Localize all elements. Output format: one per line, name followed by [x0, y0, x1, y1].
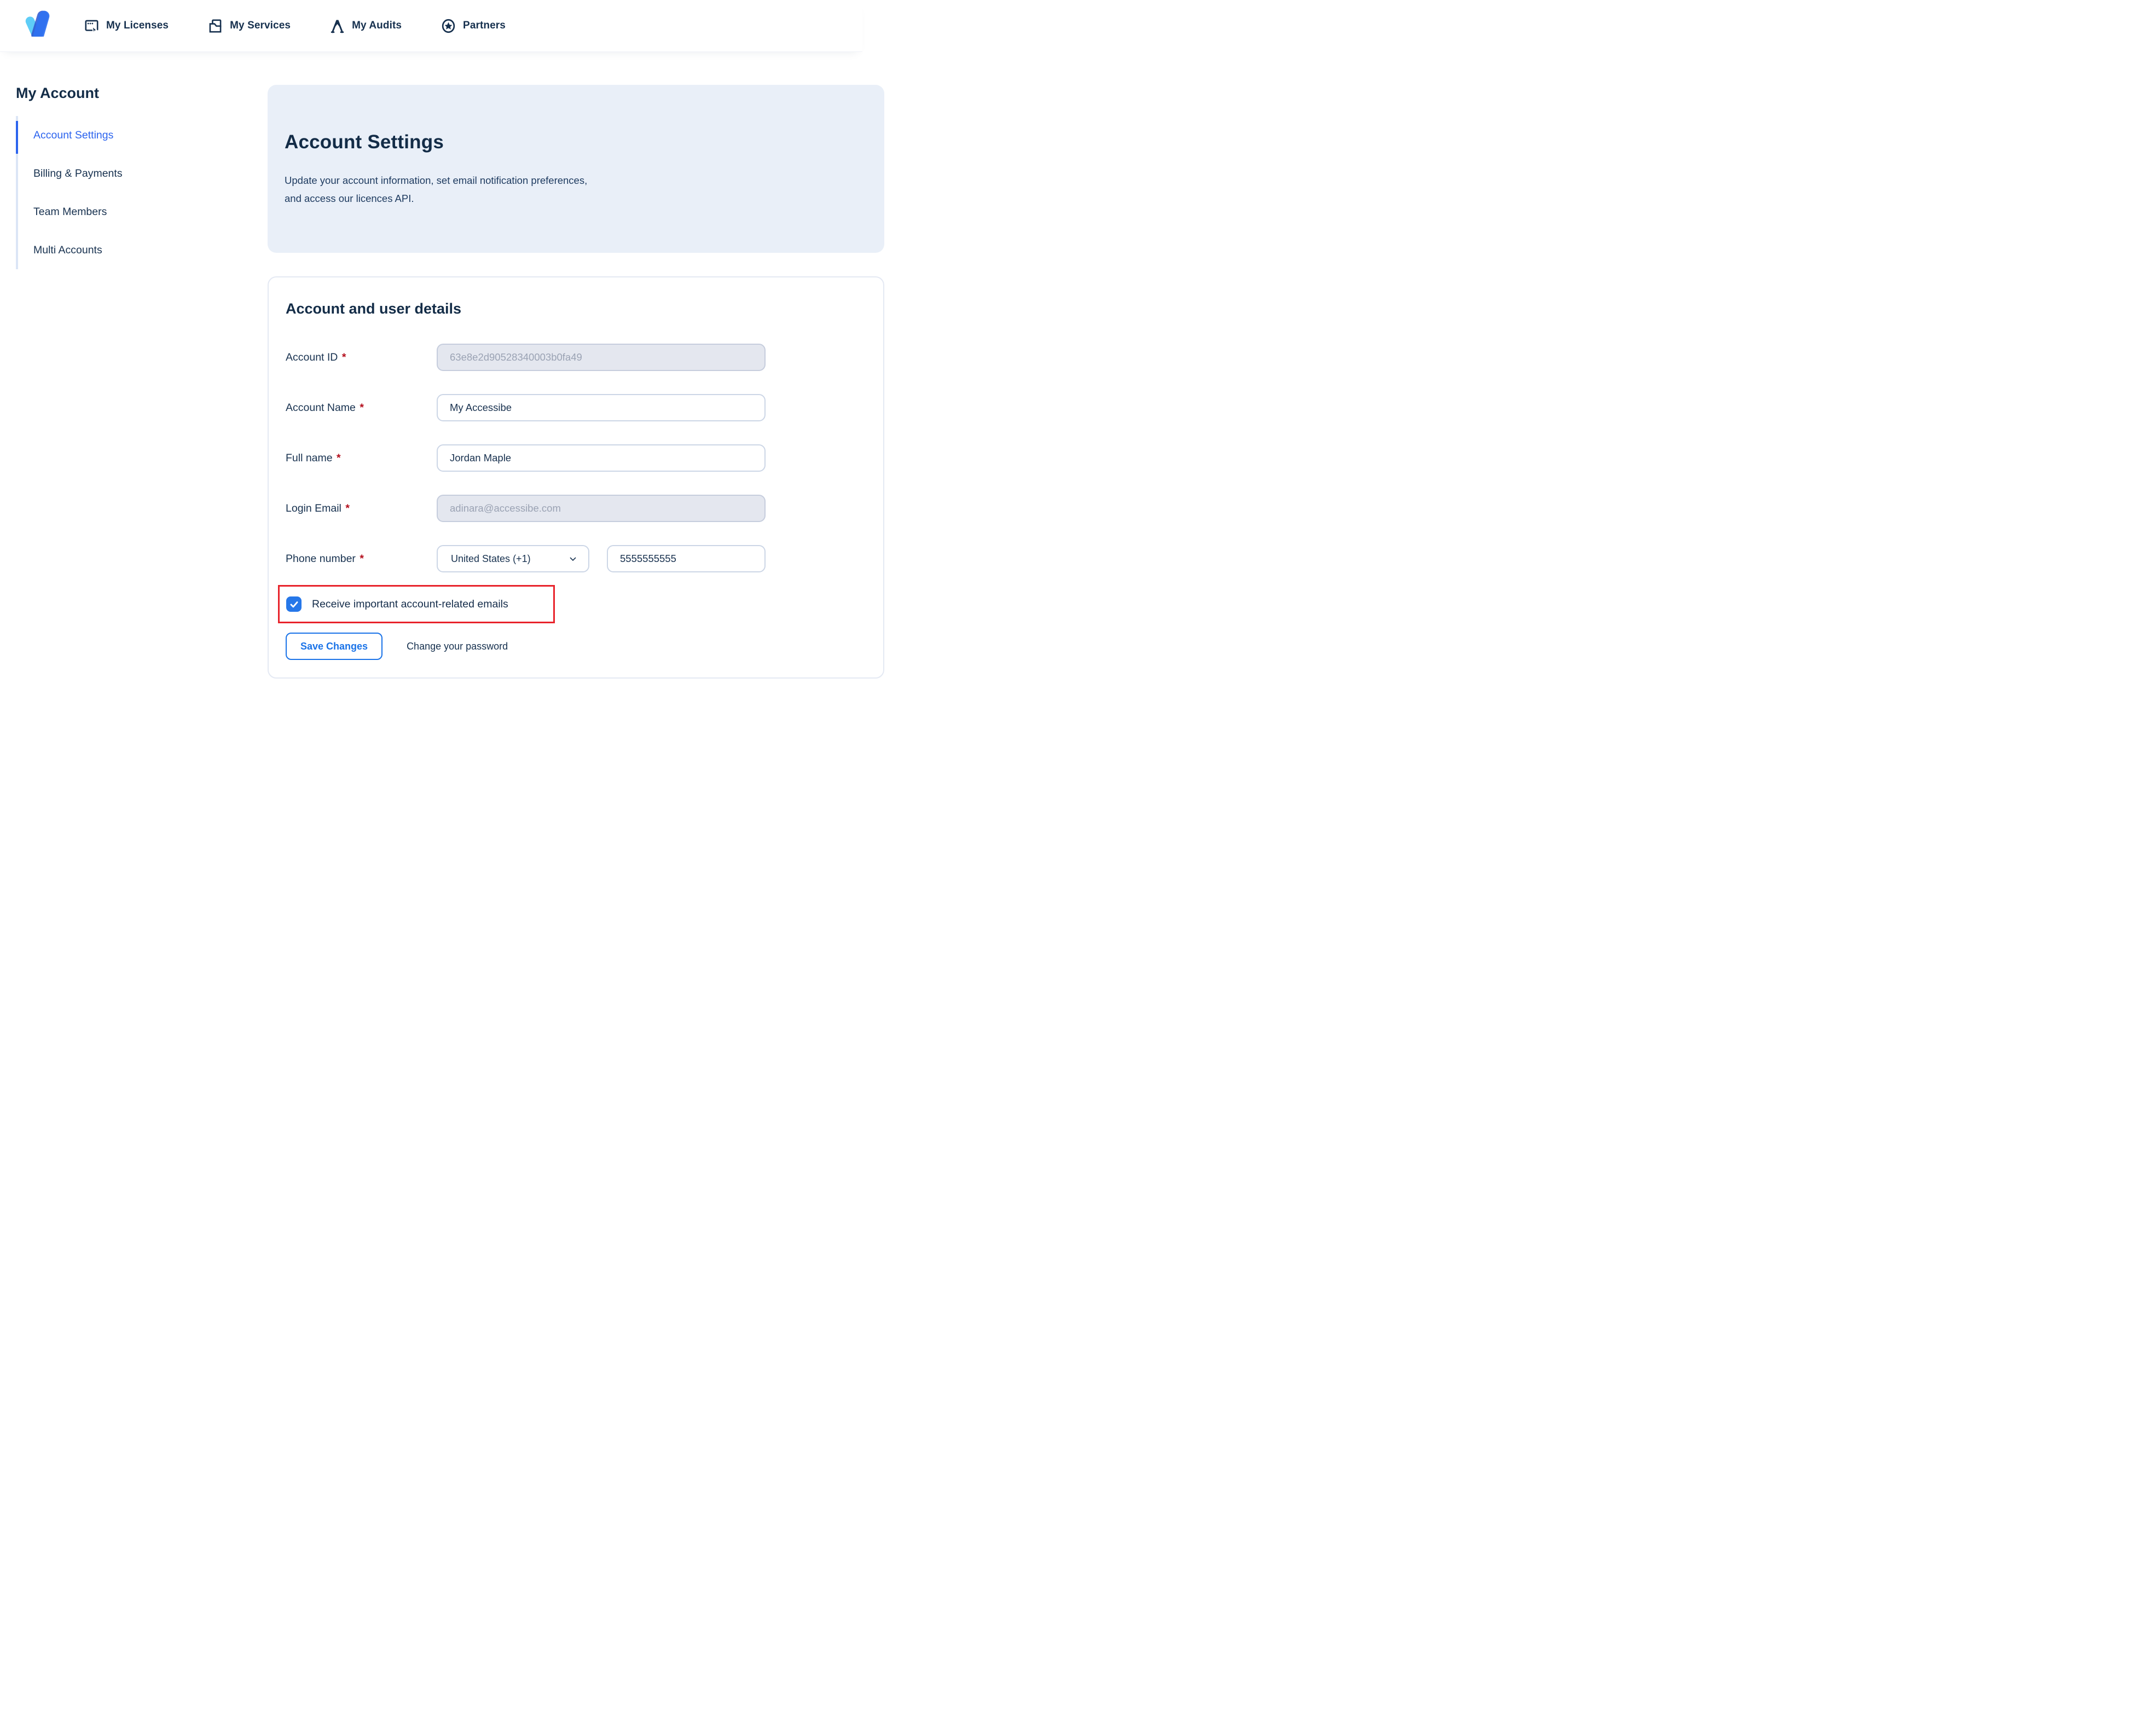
- primary-nav: My Licenses My Services My Audits Partne…: [84, 19, 506, 33]
- phone-number-row: Phone number * United States (+1): [286, 545, 861, 572]
- full-name-row: Full name *: [286, 444, 861, 472]
- sidebar-item-billing-payments[interactable]: Billing & Payments: [18, 154, 268, 193]
- account-details-card: Account and user details Account ID * Ac…: [268, 276, 884, 679]
- sidebar-item-account-settings[interactable]: Account Settings: [16, 116, 268, 154]
- required-asterisk: *: [360, 552, 364, 565]
- sidebar-title: My Account: [16, 85, 100, 101]
- receive-emails-label: Receive important account-related emails: [312, 598, 508, 610]
- account-id-row: Account ID *: [286, 344, 861, 371]
- page-title: Account Settings: [285, 131, 444, 153]
- logo-mark: [25, 10, 49, 37]
- account-name-row: Account Name *: [286, 394, 861, 421]
- login-email-label: Login Email *: [286, 502, 350, 514]
- required-asterisk: *: [341, 351, 346, 363]
- accessibe-logo[interactable]: [18, 9, 50, 42]
- form-actions: Save Changes Change your password: [286, 633, 861, 660]
- audits-icon: [330, 19, 345, 33]
- nav-item-my-services[interactable]: My Services: [208, 19, 291, 33]
- partners-icon: [441, 19, 456, 33]
- required-asterisk: *: [345, 502, 350, 514]
- page-description: Update your account information, set ema…: [285, 175, 588, 204]
- account-name-input[interactable]: [437, 394, 766, 421]
- receive-emails-checkbox[interactable]: [286, 596, 302, 612]
- sidebar-item-multi-accounts[interactable]: Multi Accounts: [18, 231, 268, 269]
- required-asterisk: *: [337, 451, 341, 464]
- country-code-select[interactable]: United States (+1): [437, 545, 589, 572]
- nav-item-label: My Licenses: [106, 20, 169, 31]
- annotation-highlight: Receive important account-related emails: [278, 585, 555, 623]
- section-title: Account and user details: [286, 300, 462, 317]
- account-name-label: Account Name *: [286, 401, 364, 414]
- full-name-input[interactable]: [437, 444, 766, 472]
- sidebar-item-team-members[interactable]: Team Members: [18, 193, 268, 231]
- chevron-down-icon: [570, 557, 576, 561]
- save-changes-button[interactable]: Save Changes: [286, 633, 383, 660]
- page-header-panel: Account Settings Update your account inf…: [268, 85, 884, 253]
- nav-item-partners[interactable]: Partners: [441, 19, 506, 33]
- nav-item-label: Partners: [463, 20, 506, 31]
- phone-number-input[interactable]: [607, 545, 766, 572]
- nav-item-label: My Audits: [352, 20, 402, 31]
- licenses-icon: [84, 19, 99, 33]
- nav-item-my-audits[interactable]: My Audits: [330, 19, 402, 33]
- phone-number-label: Phone number *: [286, 552, 364, 565]
- services-icon: [208, 19, 223, 33]
- nav-item-my-licenses[interactable]: My Licenses: [84, 19, 169, 33]
- login-email-row: Login Email *: [286, 495, 861, 522]
- login-email-input: [437, 495, 766, 522]
- check-icon: [290, 601, 298, 607]
- account-id-label: Account ID *: [286, 351, 346, 363]
- nav-item-label: My Services: [230, 20, 291, 31]
- sidebar: My Account Account Settings Billing & Pa…: [0, 85, 268, 679]
- full-name-label: Full name *: [286, 451, 341, 464]
- country-code-value: United States (+1): [451, 553, 531, 564]
- required-asterisk: *: [360, 401, 364, 414]
- account-id-input: [437, 344, 766, 371]
- phone-controls: United States (+1): [437, 545, 766, 572]
- top-nav: My Licenses My Services My Audits Partne…: [0, 0, 862, 51]
- main-content: Account Settings Update your account inf…: [268, 85, 884, 679]
- page-body: My Account Account Settings Billing & Pa…: [0, 51, 884, 679]
- change-password-link[interactable]: Change your password: [407, 641, 508, 652]
- sidebar-menu: Account Settings Billing & Payments Team…: [16, 116, 268, 269]
